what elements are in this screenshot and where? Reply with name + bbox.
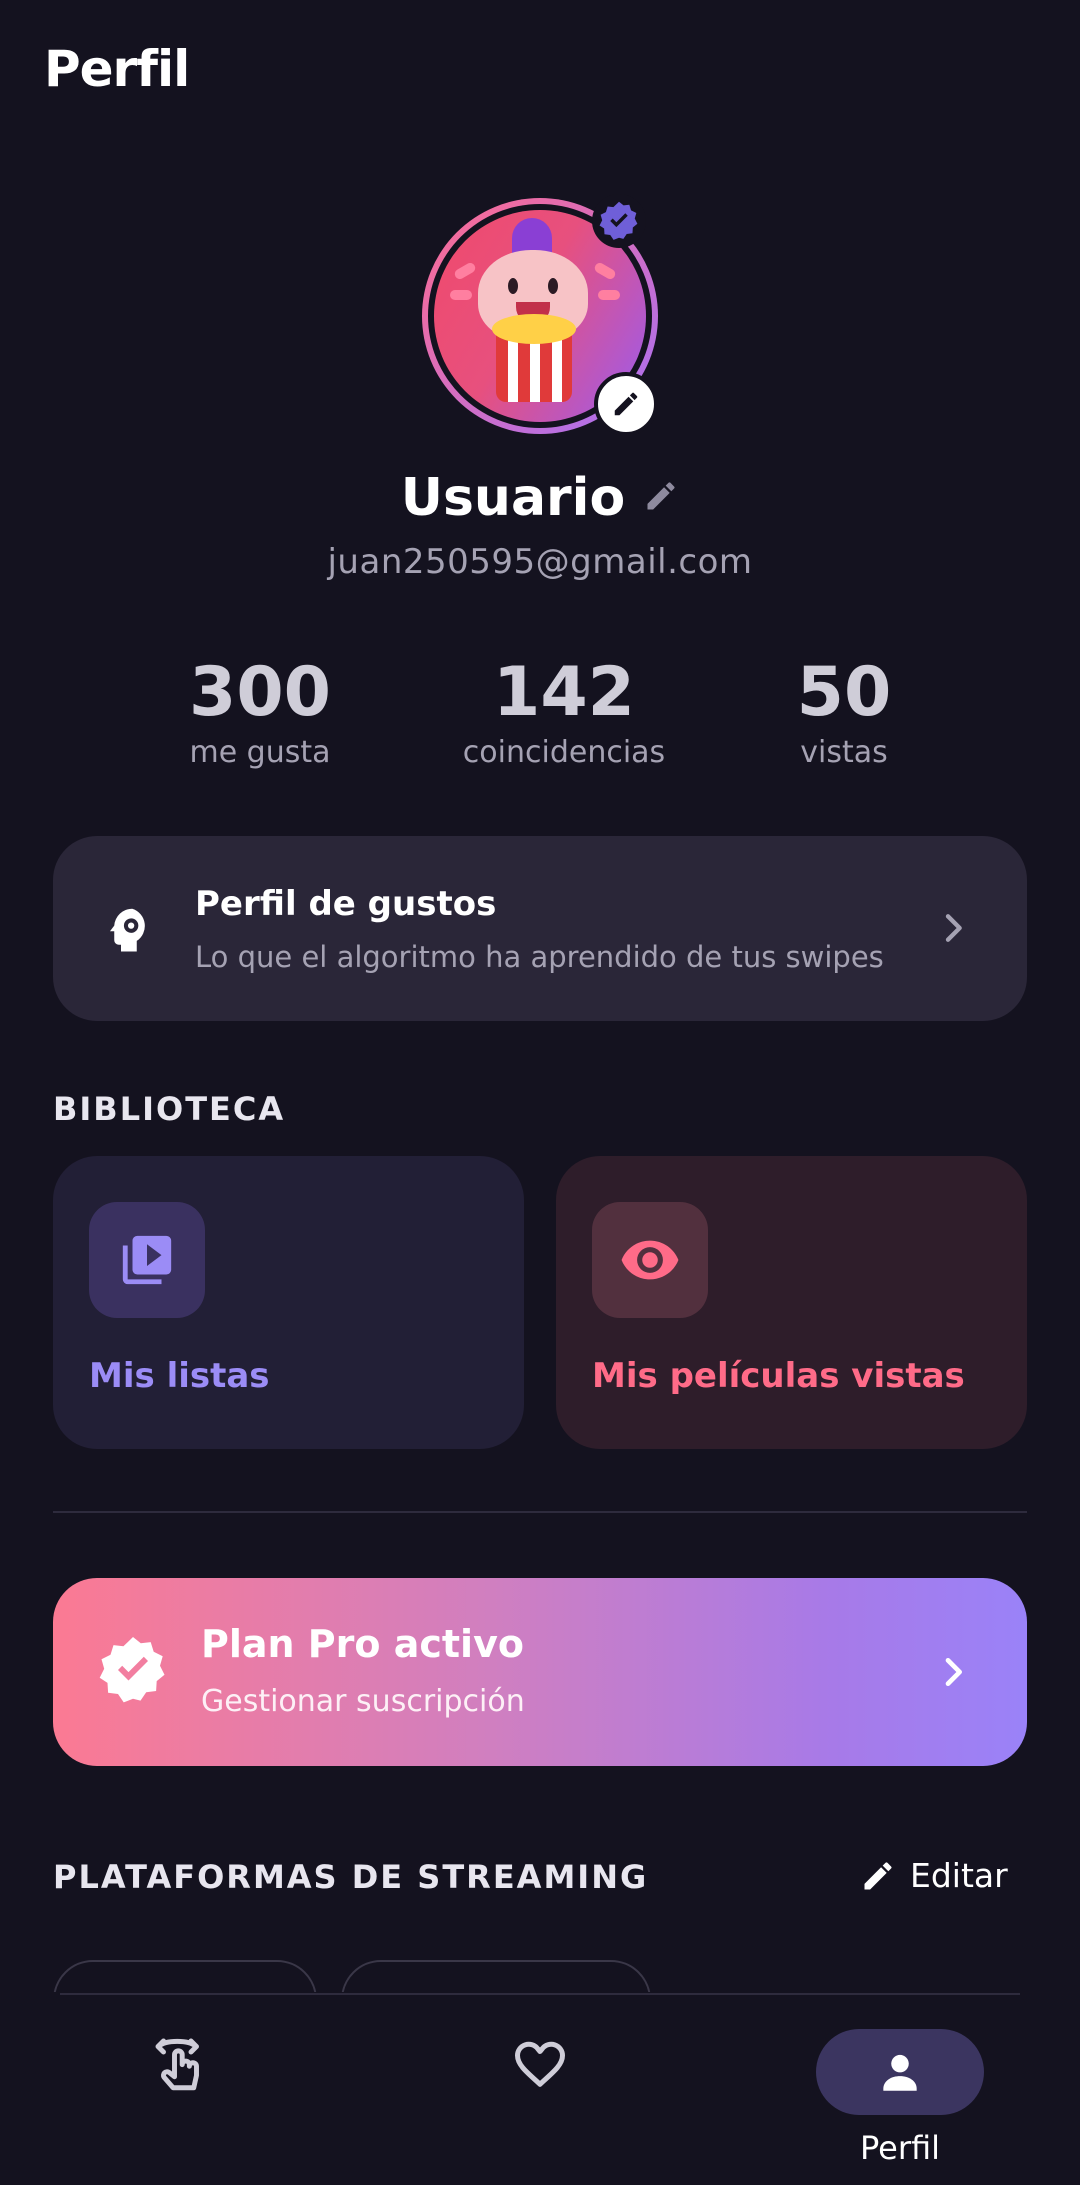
eye-icon <box>621 1240 679 1280</box>
platform-chip[interactable] <box>341 1960 651 1992</box>
platform-chip[interactable] <box>53 1960 317 1992</box>
stat-matches: 142 coincidencias <box>434 653 694 770</box>
my-lists-label: Mis listas <box>89 1356 270 1396</box>
nav-item-profile[interactable]: Perfil <box>816 2029 984 2167</box>
pencil-icon <box>647 482 675 510</box>
swipe-icon <box>155 2038 199 2091</box>
psychology-icon <box>103 902 157 960</box>
taste-profile-title: Perfil de gustos <box>195 884 497 924</box>
edit-username-button[interactable] <box>643 478 679 518</box>
edit-avatar-button[interactable] <box>594 372 658 436</box>
nav-item-favorites[interactable] <box>500 2023 580 2103</box>
video-library-icon <box>122 1235 172 1285</box>
username-row: Usuario <box>0 468 1080 528</box>
divider <box>60 1993 1020 1995</box>
plan-subtitle: Gestionar suscripción <box>201 1684 525 1719</box>
nav-item-swipe[interactable] <box>140 2023 220 2103</box>
my-lists-card[interactable]: Mis listas <box>53 1156 524 1449</box>
stat-label: vistas <box>800 734 888 770</box>
chevron-right-icon <box>933 906 973 954</box>
watched-movies-label: Mis películas vistas <box>592 1356 965 1396</box>
verified-badge-icon <box>97 1634 169 1710</box>
bottom-navigation: Perfil <box>0 1993 1080 2185</box>
pencil-icon <box>864 1861 892 1889</box>
user-email: juan250595@gmail.com <box>327 542 753 582</box>
profile-screen: Perfil Usuario juan250595@gmail.com 300 … <box>0 0 1080 2185</box>
person-icon <box>883 2054 917 2091</box>
verified-badge-icon <box>592 194 646 248</box>
stat-views: 50 vistas <box>714 653 974 770</box>
avatar[interactable] <box>422 194 658 436</box>
edit-platforms-button[interactable]: Editar <box>860 1856 1008 1895</box>
platforms-section-label: PLATAFORMAS DE STREAMING <box>53 1858 649 1896</box>
plan-title: Plan Pro activo <box>201 1622 524 1666</box>
nav-active-indicator <box>816 2029 984 2115</box>
nav-profile-label: Perfil <box>859 2129 941 2167</box>
chevron-right-icon <box>933 1650 973 1698</box>
username: Usuario <box>400 468 626 528</box>
pencil-icon <box>614 392 638 416</box>
stat-value: 300 <box>189 653 331 732</box>
heart-icon <box>515 2041 565 2087</box>
stat-label: me gusta <box>189 734 331 770</box>
platform-chips <box>53 1960 1027 1992</box>
divider <box>53 1511 1027 1513</box>
stat-likes: 300 me gusta <box>130 653 390 770</box>
stat-label: coincidencias <box>462 734 666 770</box>
plan-pro-card[interactable]: Plan Pro activo Gestionar suscripción <box>53 1578 1027 1766</box>
watched-movies-card[interactable]: Mis películas vistas <box>556 1156 1027 1449</box>
taste-profile-subtitle: Lo que el algoritmo ha aprendido de tus … <box>195 940 884 974</box>
taste-profile-card[interactable]: Perfil de gustos Lo que el algoritmo ha … <box>53 836 1027 1021</box>
page-title: Perfil <box>44 40 190 98</box>
library-section-label: BIBLIOTECA <box>53 1090 286 1128</box>
edit-platforms-label: Editar <box>910 1856 1008 1895</box>
stat-value: 142 <box>493 653 635 732</box>
stat-value: 50 <box>796 653 892 732</box>
